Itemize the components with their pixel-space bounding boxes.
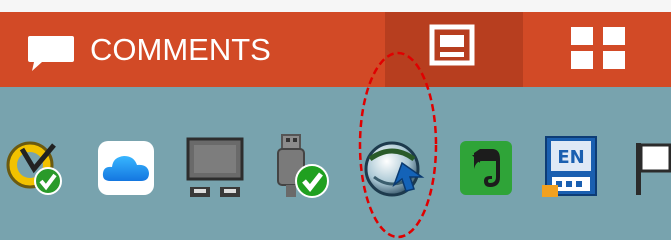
usb-safe-remove-icon[interactable] bbox=[268, 131, 336, 201]
highlight-circle-annotation bbox=[358, 51, 438, 239]
svg-text:EN: EN bbox=[557, 147, 584, 168]
evernote-icon[interactable] bbox=[458, 139, 514, 197]
network-monitor-icon[interactable] bbox=[186, 137, 244, 197]
grid-view-button[interactable] bbox=[555, 12, 645, 87]
comments-button[interactable]: COMMENTS bbox=[0, 12, 330, 87]
icloud-icon[interactable] bbox=[96, 139, 156, 197]
flag-icon[interactable] bbox=[630, 141, 671, 197]
grid-view-icon bbox=[571, 27, 625, 69]
comments-label: COMMENTS bbox=[90, 32, 271, 67]
speech-bubble-icon bbox=[28, 36, 74, 71]
norton-checkmark-icon[interactable] bbox=[4, 131, 74, 201]
system-tray: EN bbox=[0, 51, 671, 240]
comments-header-bar: COMMENTS bbox=[0, 12, 671, 87]
top-strip bbox=[0, 0, 671, 12]
keyboard-language-icon[interactable]: EN bbox=[542, 135, 602, 199]
